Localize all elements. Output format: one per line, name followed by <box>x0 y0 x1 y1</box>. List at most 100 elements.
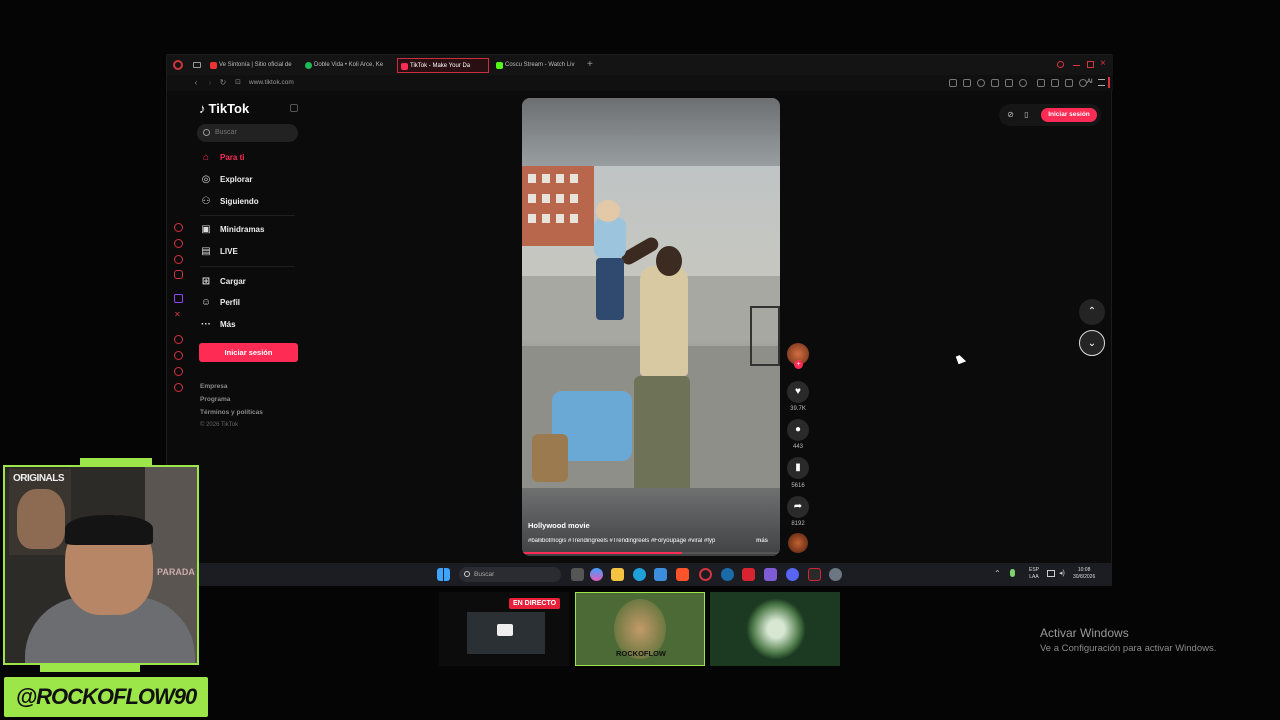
heart-icon: ♥ <box>795 386 801 397</box>
tab-vesintonia[interactable]: Ve Sintonía | Sitio oficial de <box>207 58 297 73</box>
wall-sign: PARADA <box>157 567 195 577</box>
follow-plus-icon[interactable]: + <box>794 360 803 369</box>
video-man <box>640 266 688 376</box>
keyboard-language[interactable]: ESP LAA <box>1029 567 1039 581</box>
nav-perfil[interactable]: ☺ Perfil <box>200 296 240 310</box>
previous-video-button[interactable]: ⌃ <box>1079 299 1105 325</box>
spotify-favicon-icon <box>305 62 312 69</box>
nav-minidramas[interactable]: ▣ Minidramas <box>200 223 264 237</box>
url-field[interactable]: www.tiktok.com <box>249 78 294 88</box>
chat-icon[interactable] <box>1037 79 1045 87</box>
easy-setup-icon[interactable] <box>1098 79 1105 86</box>
app-purple-icon[interactable] <box>764 568 777 581</box>
wallet-icon[interactable] <box>1051 79 1059 87</box>
opera-sidebar-twitch-icon[interactable] <box>174 294 183 303</box>
clock[interactable]: 10:08 30/8/2026 <box>1073 567 1095 581</box>
comment-button[interactable]: ● <box>787 419 809 441</box>
save-button[interactable]: ▮ <box>787 457 809 479</box>
nav-mas[interactable]: ··· Más <box>200 318 236 332</box>
device-icon[interactable]: ▯ <box>1021 109 1032 120</box>
nav-para-ti[interactable]: ⌂ Para ti <box>200 151 245 165</box>
maximize-icon[interactable] <box>1087 61 1094 68</box>
opera-sidebar-messenger-icon[interactable] <box>174 255 183 264</box>
opera-sidebar-x-icon[interactable]: ✕ <box>174 310 183 319</box>
forward-icon[interactable]: › <box>205 78 215 88</box>
tray-mic-icon[interactable] <box>1010 569 1015 577</box>
taskbar-search-input[interactable]: Buscar <box>459 567 561 582</box>
search-input[interactable]: Buscar <box>197 124 298 142</box>
streamer-hair <box>65 515 153 545</box>
settings-icon[interactable] <box>829 568 842 581</box>
opera-taskbar-icon[interactable] <box>699 568 712 581</box>
footer-link-empresa[interactable]: Empresa <box>200 383 227 390</box>
footer-link-terminos[interactable]: Términos y políticas <box>200 409 263 416</box>
footer-link-programa[interactable]: Programa <box>200 396 230 403</box>
reload-icon[interactable]: ↻ <box>218 78 228 88</box>
bookmark-icon[interactable] <box>949 79 957 87</box>
tab-doble-vida[interactable]: Doble Vida • Koli Arce, Ke <box>302 58 392 73</box>
app-ps-icon[interactable] <box>808 568 821 581</box>
profile-icon[interactable] <box>1079 79 1087 87</box>
video-hashtags[interactable]: #ballibotmogis #Trendingreels #Trendingr… <box>528 538 750 544</box>
network-icon[interactable] <box>1047 570 1055 577</box>
play-icon[interactable] <box>1005 79 1013 87</box>
nav-siguiendo[interactable]: ⚇ Siguiendo <box>200 195 259 209</box>
block-icon[interactable] <box>977 79 985 87</box>
back-icon[interactable]: ‹ <box>191 78 201 88</box>
video-building <box>522 166 594 246</box>
opera-sidebar-ai-icon[interactable] <box>174 239 183 248</box>
nav-cargar[interactable]: ⊞ Cargar <box>200 275 246 289</box>
compass-icon: ◎ <box>201 174 211 185</box>
downloads-icon[interactable] <box>1065 79 1073 87</box>
edge-icon[interactable] <box>633 568 646 581</box>
poster-face <box>17 489 65 549</box>
windows-start-icon[interactable] <box>437 568 450 581</box>
tiktok-note-icon: ♪ <box>199 101 206 116</box>
opera-logo-icon[interactable] <box>173 60 183 70</box>
close-icon[interactable]: × <box>1100 58 1106 70</box>
task-view-icon[interactable] <box>571 568 584 581</box>
top-login-button[interactable]: Iniciar sesión <box>1041 108 1097 122</box>
minimize-icon[interactable] <box>1073 65 1080 66</box>
tab-tiktok[interactable]: TikTok - Make Your Da <box>397 58 489 73</box>
snapshot-icon[interactable] <box>963 79 971 87</box>
brave-icon[interactable] <box>676 568 689 581</box>
live-badge: EN DIRECTO <box>509 598 561 609</box>
steam-icon[interactable] <box>721 568 734 581</box>
tray-chevron-icon[interactable]: ⌃ <box>994 569 1001 578</box>
volume-icon[interactable]: ◂) <box>1059 569 1065 577</box>
tab-coscu[interactable]: Coscu Stream - Watch Liv <box>493 58 583 73</box>
caption-more-link[interactable]: más <box>756 538 768 544</box>
heart-icon[interactable] <box>1019 79 1027 87</box>
aria-ai-button[interactable]: AI <box>1087 79 1093 85</box>
app-red-icon[interactable] <box>742 568 755 581</box>
opera-sidebar-chat-icon[interactable] <box>174 367 183 376</box>
opera-sidebar-instagram-icon[interactable] <box>174 270 183 279</box>
video-player[interactable]: Hollywood movie #ballibotmogis #Trending… <box>522 98 780 556</box>
search-tabs-icon[interactable] <box>1057 61 1064 68</box>
discord-icon[interactable] <box>786 568 799 581</box>
download-page-icon[interactable] <box>991 79 999 87</box>
file-explorer-icon[interactable] <box>611 568 624 581</box>
share-button[interactable]: ➦ <box>787 496 809 518</box>
opera-sidebar-history-icon[interactable] <box>174 351 183 360</box>
music-disc-icon[interactable] <box>788 533 808 553</box>
login-button[interactable]: Iniciar sesión <box>199 343 298 362</box>
webcam-feed: ORIGINALS PARADA <box>3 465 199 665</box>
collapse-sidebar-icon[interactable] <box>290 104 298 112</box>
opera-sidebar-player-icon[interactable] <box>174 335 183 344</box>
video-progress-bar[interactable] <box>522 552 780 554</box>
new-tab-icon[interactable]: + <box>587 59 593 71</box>
video-child-head <box>596 200 620 222</box>
tiktok-logo[interactable]: ♪ TikTok <box>199 101 249 116</box>
next-video-button[interactable]: ⌄ <box>1079 330 1105 356</box>
opera-sidebar-settings-icon[interactable] <box>174 383 183 392</box>
store-icon[interactable] <box>654 568 667 581</box>
tabs-menu-icon[interactable] <box>193 62 201 68</box>
nav-live[interactable]: ▤ LIVE <box>200 245 238 259</box>
like-button[interactable]: ♥ <box>787 381 809 403</box>
nav-explorar[interactable]: ◎ Explorar <box>200 173 253 187</box>
opera-sidebar-speed-dial-icon[interactable] <box>174 223 183 232</box>
coins-icon[interactable]: ⊘ <box>1005 109 1016 120</box>
copilot-icon[interactable] <box>590 568 603 581</box>
